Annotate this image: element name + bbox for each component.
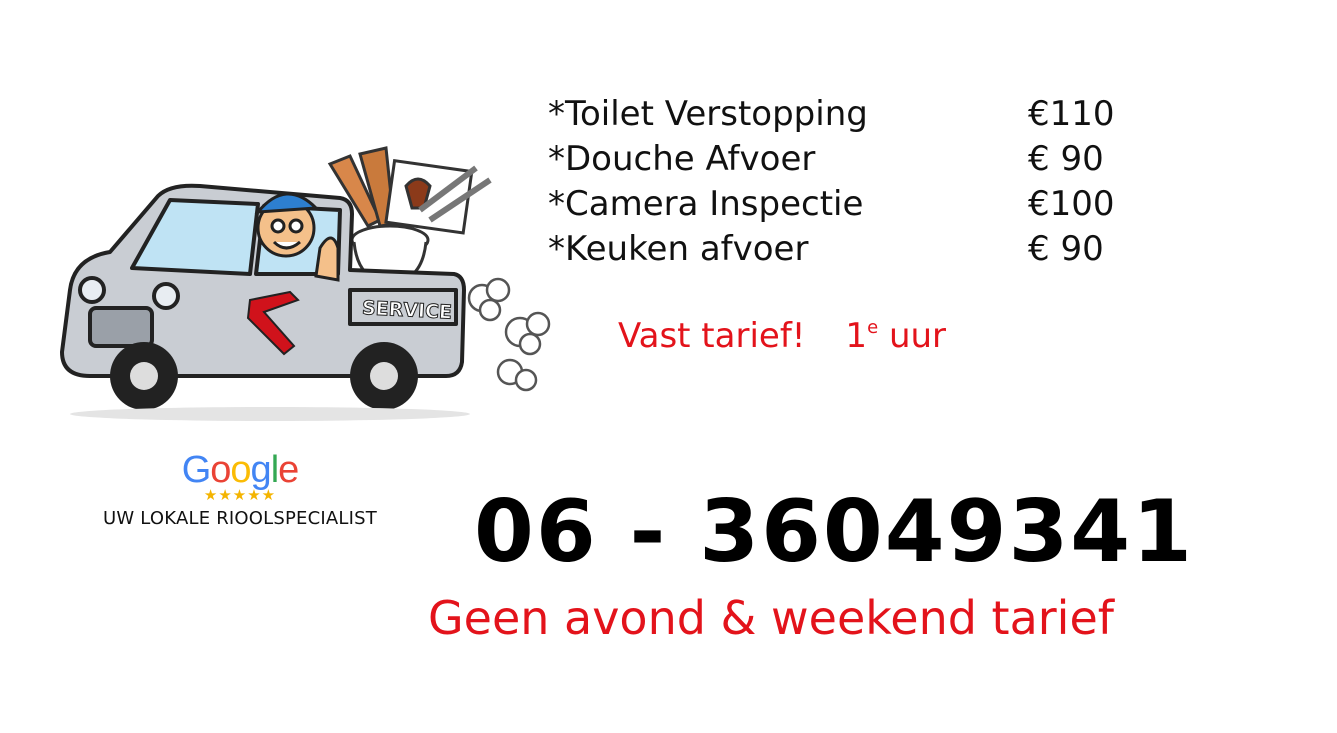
service-price: €110 [1028, 94, 1115, 134]
service-price: €100 [1028, 184, 1115, 224]
hour-number: 1 [845, 316, 868, 356]
google-review-badge: Google ★★★★★ UW LOKALE RIOOLSPECIALIST [60, 450, 420, 529]
google-letter: G [181, 449, 212, 491]
price-row: *Camera Inspectie €100 [548, 182, 1148, 227]
service-name: *Toilet Verstopping [548, 94, 868, 134]
rating-stars-icon: ★★★★★ [203, 486, 277, 504]
google-letter: e [278, 449, 299, 491]
price-row: *Douche Afvoer € 90 [548, 137, 1148, 182]
google-letter: o [210, 449, 231, 491]
price-row: *Toilet Verstopping €110 [548, 92, 1148, 137]
rear-wheel [350, 342, 418, 410]
plumbing-equipment [327, 146, 492, 284]
service-name: *Camera Inspectie [548, 184, 864, 224]
fixed-rate-note: Vast tarief! 1e uur [618, 316, 946, 356]
no-surcharge-note: Geen avond & weekend tarief [428, 591, 1114, 645]
hour-suffix: e [867, 317, 879, 338]
fixed-rate-label: Vast tarief! [618, 316, 806, 356]
price-row: *Keuken afvoer € 90 [548, 227, 1148, 272]
service-price: € 90 [1028, 139, 1104, 179]
service-name: *Keuken afvoer [548, 229, 809, 269]
price-list: *Toilet Verstopping €110 *Douche Afvoer … [548, 92, 1148, 272]
service-truck-illustration: SERVICE [60, 146, 551, 421]
google-letter: o [230, 449, 251, 491]
phone-number: 06 - 36049341 [474, 482, 1194, 582]
tagline: UW LOKALE RIOOLSPECIALIST [103, 508, 377, 529]
truck-sign-text: SERVICE [361, 297, 452, 324]
ground-shadow [70, 407, 470, 421]
service-name: *Douche Afvoer [548, 139, 816, 179]
google-logo: Google [60, 450, 420, 490]
smoke-cloud [467, 277, 551, 392]
service-price: € 90 [1028, 229, 1104, 269]
google-letter: g [250, 449, 272, 491]
hour-word: uur [888, 316, 947, 356]
front-wheel [110, 342, 178, 410]
